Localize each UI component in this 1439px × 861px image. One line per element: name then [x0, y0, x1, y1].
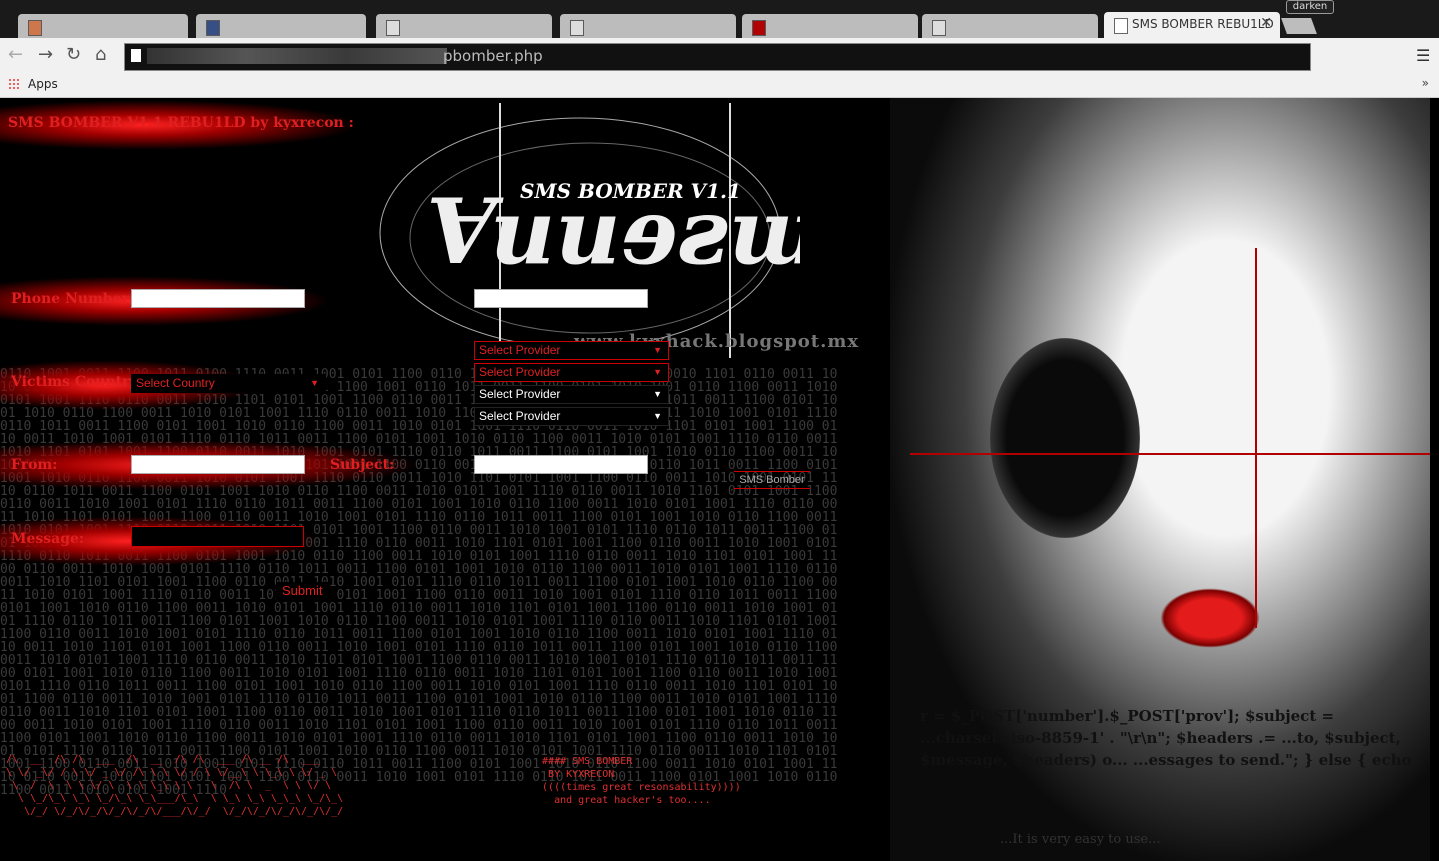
count-input[interactable] — [474, 289, 648, 308]
provider-select-4[interactable]: Select Provider ▼ — [474, 407, 669, 426]
home-icon[interactable]: ⌂ — [95, 44, 106, 65]
menu-icon[interactable]: ☰ — [1416, 46, 1430, 65]
tab-favicon — [206, 20, 220, 36]
from-label: From: — [11, 457, 58, 473]
tab-favicon — [752, 20, 766, 36]
country-select[interactable]: Select Country ▼ — [131, 374, 326, 393]
tab-3[interactable] — [376, 14, 552, 38]
close-tab-icon[interactable]: ✕ — [1260, 15, 1272, 31]
provider-select-1[interactable]: Select Provider ▼ — [474, 341, 669, 360]
code-snippet: r = $_POST['number'].$_POST['prov']; $su… — [920, 707, 1412, 769]
tab-favicon — [28, 20, 42, 36]
url-text: pbomber.php — [443, 47, 543, 65]
artwork-eye-socket — [990, 338, 1140, 538]
page-icon — [131, 49, 141, 62]
tab-1[interactable] — [18, 14, 188, 38]
victims-country-label: Victims Country: — [11, 374, 143, 390]
apps-bookmark[interactable]: Apps — [28, 77, 58, 91]
tab-active[interactable]: SMS BOMBER REBU1LD ✕ — [1104, 12, 1280, 38]
new-tab-button[interactable] — [1281, 18, 1317, 34]
tab-5[interactable] — [742, 14, 918, 38]
submit-button[interactable]: Submit — [276, 582, 329, 599]
bookmarks-overflow-icon[interactable]: » — [1422, 76, 1429, 90]
tab-title: SMS BOMBER REBU1LD — [1132, 17, 1274, 31]
artwork-lips — [1160, 588, 1260, 648]
site-logo: Ɐuuɘƨɯıɘ SMS BOMBER V1.1 — [379, 103, 800, 358]
forward-arrow-icon[interactable]: → — [38, 44, 53, 65]
tab-4[interactable] — [560, 14, 736, 38]
tab-strip: SMS BOMBER REBU1LD ✕ darken — [0, 0, 1439, 38]
ascii-art-banner: /\ __ /\ /\ ___ /\ __ /\ /\ ___ /\ __ /\… — [6, 754, 344, 817]
bookmarks-bar: Apps » — [0, 74, 1439, 98]
message-textarea[interactable] — [131, 526, 304, 547]
tab-favicon — [386, 20, 400, 36]
provider-select-3[interactable]: Select Provider ▼ — [474, 385, 669, 404]
blurred-url — [147, 48, 447, 64]
logo-subtitle: SMS BOMBER V1.1 — [520, 179, 741, 203]
page-content: 0110 1001 0011 1100 1011 0100 1110 0011 … — [0, 98, 1439, 861]
apps-icon[interactable] — [8, 78, 20, 90]
crosshair-line — [910, 453, 1430, 455]
crosshair-line — [1255, 248, 1257, 628]
subject-input[interactable] — [474, 455, 648, 474]
tab-favicon — [932, 20, 946, 36]
tab-favicon — [570, 20, 584, 36]
back-arrow-icon[interactable]: ← — [8, 44, 23, 65]
from-input[interactable] — [131, 455, 305, 474]
tab-2[interactable] — [196, 14, 366, 38]
credits-text: #### SMS BOMBER BY KYXRECON ((((times gr… — [542, 756, 741, 806]
page-title: SMS BOMBER V1.1 REBU1LD by kyxrecon : — [8, 115, 354, 131]
subject-label: Subject: — [330, 457, 395, 473]
extension-badge[interactable]: darken — [1286, 0, 1334, 14]
phone-number-label: Phone Number: — [11, 291, 135, 307]
tab-6[interactable] — [922, 14, 1098, 38]
message-label: Message: — [11, 531, 85, 547]
page-icon — [1114, 18, 1128, 34]
provider-select-2[interactable]: Select Provider ▼ — [474, 363, 669, 382]
sms-bomber-button[interactable]: SMS Bomber — [734, 471, 810, 489]
usage-note: ...It is very easy to use... — [1000, 832, 1161, 847]
address-bar[interactable]: pbomber.php — [124, 43, 1311, 71]
phone-number-input[interactable] — [131, 289, 305, 308]
reload-icon[interactable]: ↻ — [66, 44, 81, 65]
